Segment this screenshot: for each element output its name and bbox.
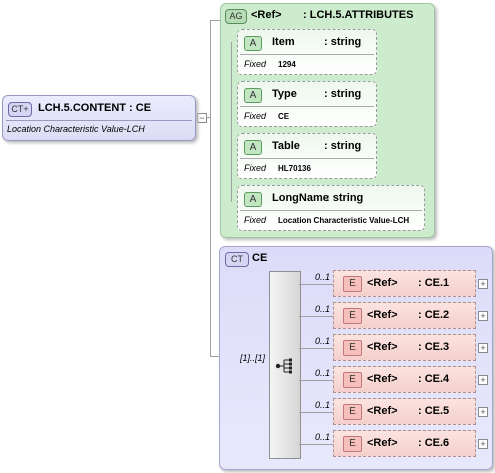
attribute-longname[interactable]: A LongName : string Fixed Location Chara… bbox=[237, 185, 425, 231]
element-icon: E bbox=[343, 436, 362, 452]
attribute-icon: A bbox=[244, 140, 262, 155]
element-icon: E bbox=[343, 404, 362, 420]
attribute-group-icon: AG bbox=[225, 9, 247, 24]
element-icon: E bbox=[343, 372, 362, 388]
fixed-value: Location Characteristic Value-LCH bbox=[278, 216, 410, 225]
root-documentation: Location Characteristic Value-LCH bbox=[7, 124, 145, 134]
element-ce-5[interactable]: E <Ref> : CE.5 bbox=[333, 398, 476, 425]
multiplicity-label: [1]..[1] bbox=[240, 353, 266, 363]
connector bbox=[299, 348, 333, 349]
attribute-table[interactable]: A Table : string Fixed HL70136 bbox=[237, 133, 377, 179]
root-title: LCH.5.CONTENT : CE bbox=[38, 102, 152, 114]
fixed-label: Fixed bbox=[244, 215, 267, 225]
attribute-icon: A bbox=[244, 36, 262, 51]
occurs-label: 0..1 bbox=[315, 368, 331, 378]
element-ref: <Ref> bbox=[367, 309, 398, 321]
occurs-label: 0..1 bbox=[315, 304, 331, 314]
occurs-label: 0..1 bbox=[315, 336, 331, 346]
expand-toggle[interactable]: + bbox=[478, 439, 488, 449]
divider bbox=[240, 106, 374, 107]
element-ref: <Ref> bbox=[367, 405, 398, 417]
element-name: : CE.4 bbox=[418, 373, 450, 385]
connector bbox=[299, 412, 333, 413]
divider bbox=[240, 54, 374, 55]
element-ref: <Ref> bbox=[367, 277, 398, 289]
complex-type-icon: CT+ bbox=[8, 102, 32, 117]
divider bbox=[6, 120, 192, 121]
element-ref: <Ref> bbox=[367, 437, 398, 449]
connector bbox=[299, 380, 333, 381]
attribute-name: Item bbox=[272, 36, 295, 48]
fixed-value: HL70136 bbox=[278, 164, 311, 173]
expand-toggle[interactable]: + bbox=[478, 375, 488, 385]
element-icon: E bbox=[343, 308, 362, 324]
fixed-value: 1294 bbox=[278, 60, 296, 69]
attribute-type[interactable]: A Type : string Fixed CE bbox=[237, 81, 377, 127]
expand-toggle[interactable]: + bbox=[478, 407, 488, 417]
attribute-item[interactable]: A Item : string Fixed 1294 bbox=[237, 29, 377, 75]
divider bbox=[240, 158, 374, 159]
attribute-type: : string bbox=[324, 36, 362, 48]
attribute-name: Table bbox=[272, 140, 300, 152]
expand-toggle[interactable]: + bbox=[478, 311, 488, 321]
sequence-icon bbox=[275, 358, 292, 374]
attribute-name: LongName bbox=[272, 192, 329, 204]
connector bbox=[231, 42, 232, 202]
element-icon: E bbox=[343, 276, 362, 292]
root-complex-type[interactable]: CT+ LCH.5.CONTENT : CE Location Characte… bbox=[2, 95, 196, 141]
element-ref: <Ref> bbox=[367, 373, 398, 385]
complex-type-icon: CT bbox=[225, 252, 249, 267]
element-ref: <Ref> bbox=[367, 341, 398, 353]
element-ce-2[interactable]: E <Ref> : CE.2 bbox=[333, 302, 476, 329]
complex-type-name: CE bbox=[252, 252, 268, 264]
attribute-group[interactable]: AG <Ref> : LCH.5.ATTRIBUTES A Item : str… bbox=[220, 3, 435, 238]
attribute-icon: A bbox=[244, 88, 262, 103]
element-name: : CE.6 bbox=[418, 437, 450, 449]
connector bbox=[299, 284, 333, 285]
expand-toggle[interactable]: + bbox=[478, 279, 488, 289]
attribute-type: : string bbox=[326, 192, 364, 204]
element-ce-4[interactable]: E <Ref> : CE.4 bbox=[333, 366, 476, 393]
occurs-label: 0..1 bbox=[315, 432, 331, 442]
connector bbox=[299, 316, 333, 317]
fixed-label: Fixed bbox=[244, 111, 267, 121]
fixed-label: Fixed bbox=[244, 59, 267, 69]
element-name: : CE.5 bbox=[418, 405, 450, 417]
occurs-label: 0..1 bbox=[315, 272, 331, 282]
collapse-toggle[interactable]: − bbox=[197, 113, 207, 123]
sequence-compositor[interactable] bbox=[269, 271, 301, 459]
attribute-name: Type bbox=[272, 88, 297, 100]
connector bbox=[299, 444, 333, 445]
element-ce-6[interactable]: E <Ref> : CE.6 bbox=[333, 430, 476, 457]
occurs-label: 0..1 bbox=[315, 400, 331, 410]
fixed-value: CE bbox=[278, 112, 290, 121]
fixed-label: Fixed bbox=[244, 163, 267, 173]
element-ce-1[interactable]: E <Ref> : CE.1 bbox=[333, 270, 476, 297]
element-icon: E bbox=[343, 340, 362, 356]
divider bbox=[240, 210, 422, 211]
attribute-group-name: : LCH.5.ATTRIBUTES bbox=[303, 9, 414, 21]
connector bbox=[210, 20, 211, 357]
element-ce-3[interactable]: E <Ref> : CE.3 bbox=[333, 334, 476, 361]
element-name: : CE.2 bbox=[418, 309, 450, 321]
attribute-type: : string bbox=[324, 88, 362, 100]
element-name: : CE.3 bbox=[418, 341, 450, 353]
attribute-icon: A bbox=[244, 192, 262, 207]
attribute-group-ref: <Ref> bbox=[251, 9, 282, 21]
element-name: : CE.1 bbox=[418, 277, 450, 289]
expand-toggle[interactable]: + bbox=[478, 343, 488, 353]
attribute-type: : string bbox=[324, 140, 362, 152]
